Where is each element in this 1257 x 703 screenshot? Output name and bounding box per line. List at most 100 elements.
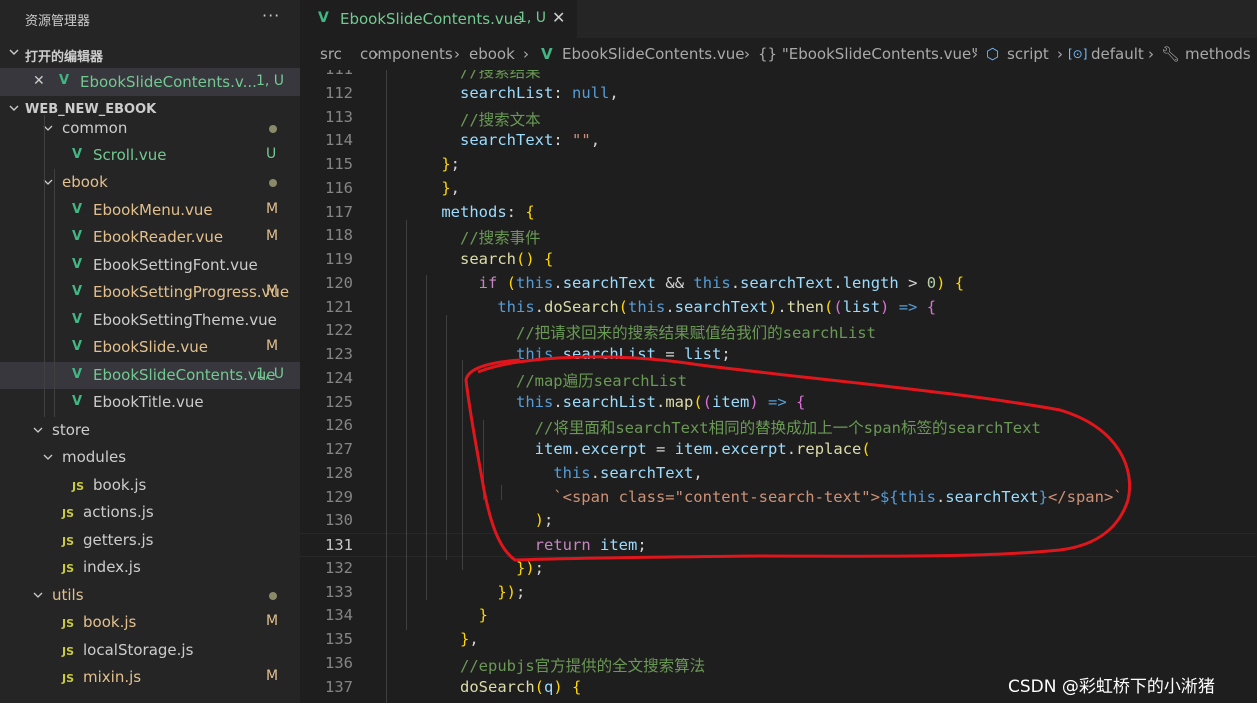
file-name: EbookSettingProgress.vue [93, 283, 290, 301]
code-line[interactable]: 115 }; [300, 153, 1257, 177]
code-line[interactable]: 132 }); [300, 557, 1257, 581]
breadcrumb-item-module[interactable]: {} "EbookSlideContents.vue" [758, 45, 978, 63]
git-status-badge: M [266, 228, 279, 244]
file-name: actions.js [83, 503, 154, 521]
tree-item-localstorage-js[interactable]: JS localStorage.js [0, 637, 300, 664]
vue-file-icon: V [72, 312, 83, 327]
code-line[interactable]: 112 searchList: null, [300, 82, 1257, 106]
modified-dot-icon [269, 179, 277, 187]
js-file-icon: JS [62, 535, 75, 548]
breadcrumb-item-src[interactable]: src [320, 45, 342, 63]
tree-item-ebook[interactable]: ebook [0, 169, 300, 196]
breadcrumb-item-ebook[interactable]: ebook [469, 45, 515, 63]
line-number: 134 [325, 606, 353, 625]
tree-item-ebooksettingtheme-vue[interactable]: V EbookSettingTheme.vue [0, 307, 300, 334]
open-editor-item[interactable]: ✕ V EbookSlideContents.v... 1, U [0, 68, 300, 96]
js-file-icon: JS [72, 480, 85, 493]
code-line[interactable]: 111 //搜索结果 [300, 70, 1257, 82]
code-line[interactable]: 124 //map遍历searchList [300, 367, 1257, 391]
tree-item-index-js[interactable]: JS index.js [0, 554, 300, 581]
code-line[interactable]: 122 //把请求回来的搜索结果赋值给我们的searchList [300, 319, 1257, 343]
tab-ebookslidecontents[interactable]: V EbookSlideContents.vue 1, U ✕ [300, 0, 577, 38]
code-line[interactable]: 130 ); [300, 509, 1257, 533]
code-line[interactable]: 118 //搜索事件 [300, 224, 1257, 248]
explorer-sidebar: 资源管理器 ··· 打开的编辑器 ✕ V EbookSlideContents.… [0, 0, 300, 703]
code-line[interactable]: 126 //将里面和searchText相同的替换成加上一个span标签的sea… [300, 414, 1257, 438]
line-number: 132 [325, 558, 353, 577]
code-line[interactable]: 131 return item; [300, 533, 1257, 557]
breadcrumb-item-script[interactable]: script [1007, 45, 1049, 63]
code-line[interactable]: 135 }, [300, 628, 1257, 652]
file-name: getters.js [83, 531, 154, 549]
indent-guide [501, 485, 502, 500]
code-line[interactable]: 134 } [300, 604, 1257, 628]
line-number: 114 [325, 131, 353, 150]
breadcrumb-item-default[interactable]: default [1091, 45, 1144, 63]
vue-file-icon: V [72, 284, 83, 299]
code-line[interactable]: 133 }); [300, 581, 1257, 605]
tree-item-mixin-js[interactable]: JS mixin.js M [0, 664, 300, 691]
code-editor[interactable]: 111 //搜索结果112 searchList: null,113 //搜索文… [300, 70, 1257, 703]
code-text: searchList: null, [460, 83, 619, 102]
code-line[interactable]: 113 //搜索文本 [300, 106, 1257, 130]
file-name: book.js [83, 613, 137, 631]
line-number: 113 [325, 107, 353, 126]
file-name: EbookSlide.vue [93, 338, 209, 356]
code-text: this.searchList.map((item) => { [515, 392, 806, 411]
indent-guide [426, 275, 427, 600]
code-text: //将里面和searchText相同的替换成加上一个span标签的searchT… [534, 419, 1041, 438]
tree-item-book-js[interactable]: JS book.js M [0, 609, 300, 636]
open-editors-header[interactable]: 打开的编辑器 [0, 41, 300, 67]
file-name: Scroll.vue [93, 146, 167, 164]
variable-icon: [⊙] [1068, 47, 1088, 61]
code-line[interactable]: 120 if (this.searchText && this.searchTe… [300, 272, 1257, 296]
code-line[interactable]: 128 this.searchText, [300, 462, 1257, 486]
code-line[interactable]: 119 search() { [300, 248, 1257, 272]
indent-guide [54, 169, 55, 417]
tree-item-ebookmenu-vue[interactable]: V EbookMenu.vue M [0, 197, 300, 224]
chevron-down-icon [33, 592, 43, 598]
code-line[interactable]: 123 this.searchList = list; [300, 343, 1257, 367]
code-text: searchText: "", [460, 131, 601, 150]
code-line[interactable]: 129 `<span class="content-search-text">$… [300, 486, 1257, 510]
tree-item-ebooktitle-vue[interactable]: V EbookTitle.vue [0, 389, 300, 416]
tree-item-ebookslide-vue[interactable]: V EbookSlide.vue M [0, 334, 300, 361]
tree-item-utils[interactable]: utils [0, 582, 300, 609]
js-file-icon: JS [62, 507, 75, 520]
tree-item-ebookreader-vue[interactable]: V EbookReader.vue M [0, 224, 300, 251]
breadcrumb-separator-icon: › [523, 45, 529, 63]
open-editors-label: 打开的编辑器 [25, 50, 104, 65]
tree-item-ebooksettingfont-vue[interactable]: V EbookSettingFont.vue [0, 252, 300, 279]
tree-item-getters-js[interactable]: JS getters.js [0, 527, 300, 554]
code-line[interactable]: 114 searchText: "", [300, 129, 1257, 153]
indent-guide [44, 115, 45, 417]
git-status-badge: M [266, 668, 279, 684]
indent-guide [483, 420, 484, 500]
breadcrumb-item-components[interactable]: components [360, 45, 453, 63]
tree-item-common[interactable]: common [0, 115, 300, 142]
more-actions-icon[interactable]: ··· [262, 6, 280, 25]
code-line[interactable]: 116 }, [300, 177, 1257, 201]
code-line[interactable]: 121 this.doSearch(this.searchText).then(… [300, 296, 1257, 320]
code-text: //epubjs官方提供的全文搜索算法 [460, 656, 706, 675]
tree-item-scroll-vue[interactable]: V Scroll.vue U [0, 142, 300, 169]
code-line[interactable]: 127 item.excerpt = item.excerpt.replace( [300, 438, 1257, 462]
modified-dot-icon [269, 592, 277, 600]
breadcrumb-item-file[interactable]: EbookSlideContents.vue [562, 45, 745, 63]
tree-item-ebookslidecontents-vue[interactable]: V EbookSlideContents.vue 1, U [0, 362, 300, 389]
tree-item-ebooksettingprogress-vue[interactable]: V EbookSettingProgress.vue M [0, 279, 300, 306]
tree-item-book-js[interactable]: JS book.js [0, 472, 300, 499]
close-tab-icon[interactable]: ✕ [552, 8, 565, 27]
breadcrumb-item-methods[interactable]: methods [1185, 45, 1251, 63]
code-line[interactable]: 117 methods: { [300, 201, 1257, 225]
code-text: } [478, 606, 488, 625]
breadcrumb-separator-icon: › [1148, 45, 1154, 63]
indent-guide [462, 360, 463, 570]
vue-file-icon: V [59, 73, 70, 88]
folder-name: modules [62, 448, 127, 466]
tree-item-modules[interactable]: modules [0, 444, 300, 471]
tree-item-actions-js[interactable]: JS actions.js [0, 499, 300, 526]
code-line[interactable]: 125 this.searchList.map((item) => { [300, 391, 1257, 415]
tree-item-store[interactable]: store [0, 417, 300, 444]
code-text: //把请求回来的搜索结果赋值给我们的searchList [515, 324, 876, 343]
